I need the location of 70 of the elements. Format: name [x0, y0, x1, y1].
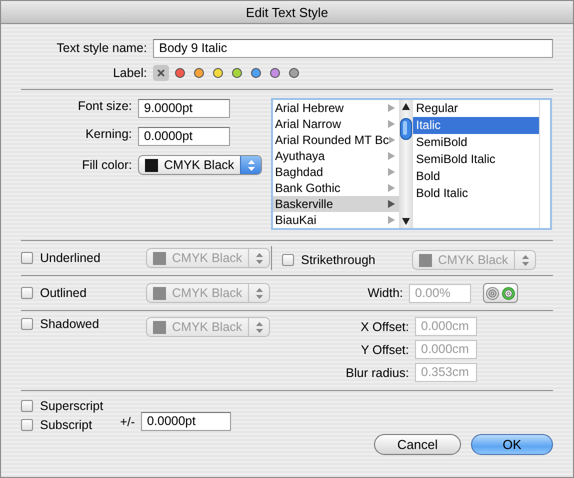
- scroll-down-arrow-icon[interactable]: [402, 218, 410, 225]
- label-color-dot[interactable]: [232, 68, 242, 78]
- checkbox-label: Subscript: [40, 418, 92, 432]
- checkbox-label: Shadowed: [40, 317, 100, 331]
- text-field[interactable]: Body 9 Italic: [153, 38, 553, 58]
- checkbox[interactable]: [21, 318, 33, 330]
- color-swatch: [419, 254, 432, 266]
- checkbox[interactable]: [21, 419, 33, 431]
- font-family-item[interactable]: Arial Hebrew: [273, 100, 399, 116]
- field-label: Fill color:: [80, 157, 132, 174]
- field-label: Font size:: [76, 99, 132, 115]
- typeface-item[interactable]: Bold Italic: [413, 185, 539, 202]
- field-label: X Offset:: [360, 320, 409, 334]
- target-icon[interactable]: [502, 286, 516, 300]
- field-label: +/-: [120, 414, 135, 428]
- label-color-dot[interactable]: [213, 68, 223, 78]
- typeface-item[interactable]: Bold: [413, 168, 539, 185]
- checkbox-label: Superscript: [40, 399, 104, 413]
- font-family-item[interactable]: Arial Rounded MT Bc: [273, 132, 399, 148]
- label-color-dot[interactable]: [251, 68, 261, 78]
- scrollbar[interactable]: [399, 100, 413, 228]
- no-label-option[interactable]: [153, 65, 169, 81]
- checkbox[interactable]: [282, 254, 294, 266]
- close-icon: [157, 69, 165, 77]
- color-swatch: [153, 252, 166, 264]
- checkbox[interactable]: [21, 287, 33, 299]
- field-label: Width:: [368, 286, 403, 300]
- font-family-item[interactable]: Baskerville: [273, 196, 399, 212]
- checkbox-label: Strikethrough: [301, 253, 376, 267]
- field-label: Y Offset:: [360, 342, 409, 356]
- checkbox-label: Underlined: [40, 251, 100, 265]
- checkbox[interactable]: [21, 400, 33, 412]
- typeface-item[interactable]: Italic: [413, 117, 539, 134]
- typeface-item[interactable]: Regular: [413, 100, 539, 117]
- color-popup[interactable]: CMYK Black: [138, 155, 262, 175]
- font-family-item[interactable]: Arial Narrow: [273, 116, 399, 132]
- stepper-arrows-icon: [256, 322, 263, 332]
- color-swatch: [153, 320, 166, 334]
- field-label: Text style name:: [56, 41, 147, 55]
- scroll-thumb[interactable]: [400, 118, 412, 140]
- stepper-arrows-icon: [256, 252, 263, 264]
- font-family-item[interactable]: Ayuthaya: [273, 148, 399, 164]
- label-color-dot[interactable]: [270, 68, 280, 78]
- font-family-item[interactable]: BiauKai: [273, 212, 399, 228]
- color-swatch: [153, 286, 166, 300]
- checkbox[interactable]: [21, 252, 33, 264]
- target-icon[interactable]: [486, 286, 499, 300]
- text-field[interactable]: 9.0000pt: [138, 99, 230, 118]
- field-label: Blur radius:: [346, 366, 409, 380]
- outline-mode-toggle[interactable]: [483, 283, 518, 303]
- field-label: Label:: [112, 66, 147, 80]
- stepper-arrows-icon: [256, 288, 263, 298]
- label-color-dot[interactable]: [194, 68, 204, 78]
- label-color-dot[interactable]: [175, 68, 185, 78]
- ok-button[interactable]: OK: [471, 434, 553, 455]
- cancel-button[interactable]: Cancel: [374, 434, 461, 455]
- typeface-item[interactable]: SemiBold: [413, 134, 539, 151]
- typeface-item[interactable]: SemiBold Italic: [413, 151, 539, 168]
- checkbox-label: Outlined: [40, 286, 87, 300]
- font-family-item[interactable]: Baghdad: [273, 164, 399, 180]
- stepper-arrows-icon: [522, 254, 529, 266]
- font-family-item[interactable]: Bank Gothic: [273, 180, 399, 196]
- window-title: Edit Text Style: [246, 4, 328, 20]
- field-label: Kerning:: [84, 127, 132, 143]
- stepper-arrows-icon: [248, 160, 255, 170]
- text-field[interactable]: 0.0000pt: [138, 127, 230, 146]
- label-color-dot[interactable]: [289, 68, 299, 78]
- text-field[interactable]: 0.0000pt: [140, 412, 231, 431]
- scroll-up-arrow-icon[interactable]: [402, 103, 410, 110]
- color-swatch: [145, 158, 158, 172]
